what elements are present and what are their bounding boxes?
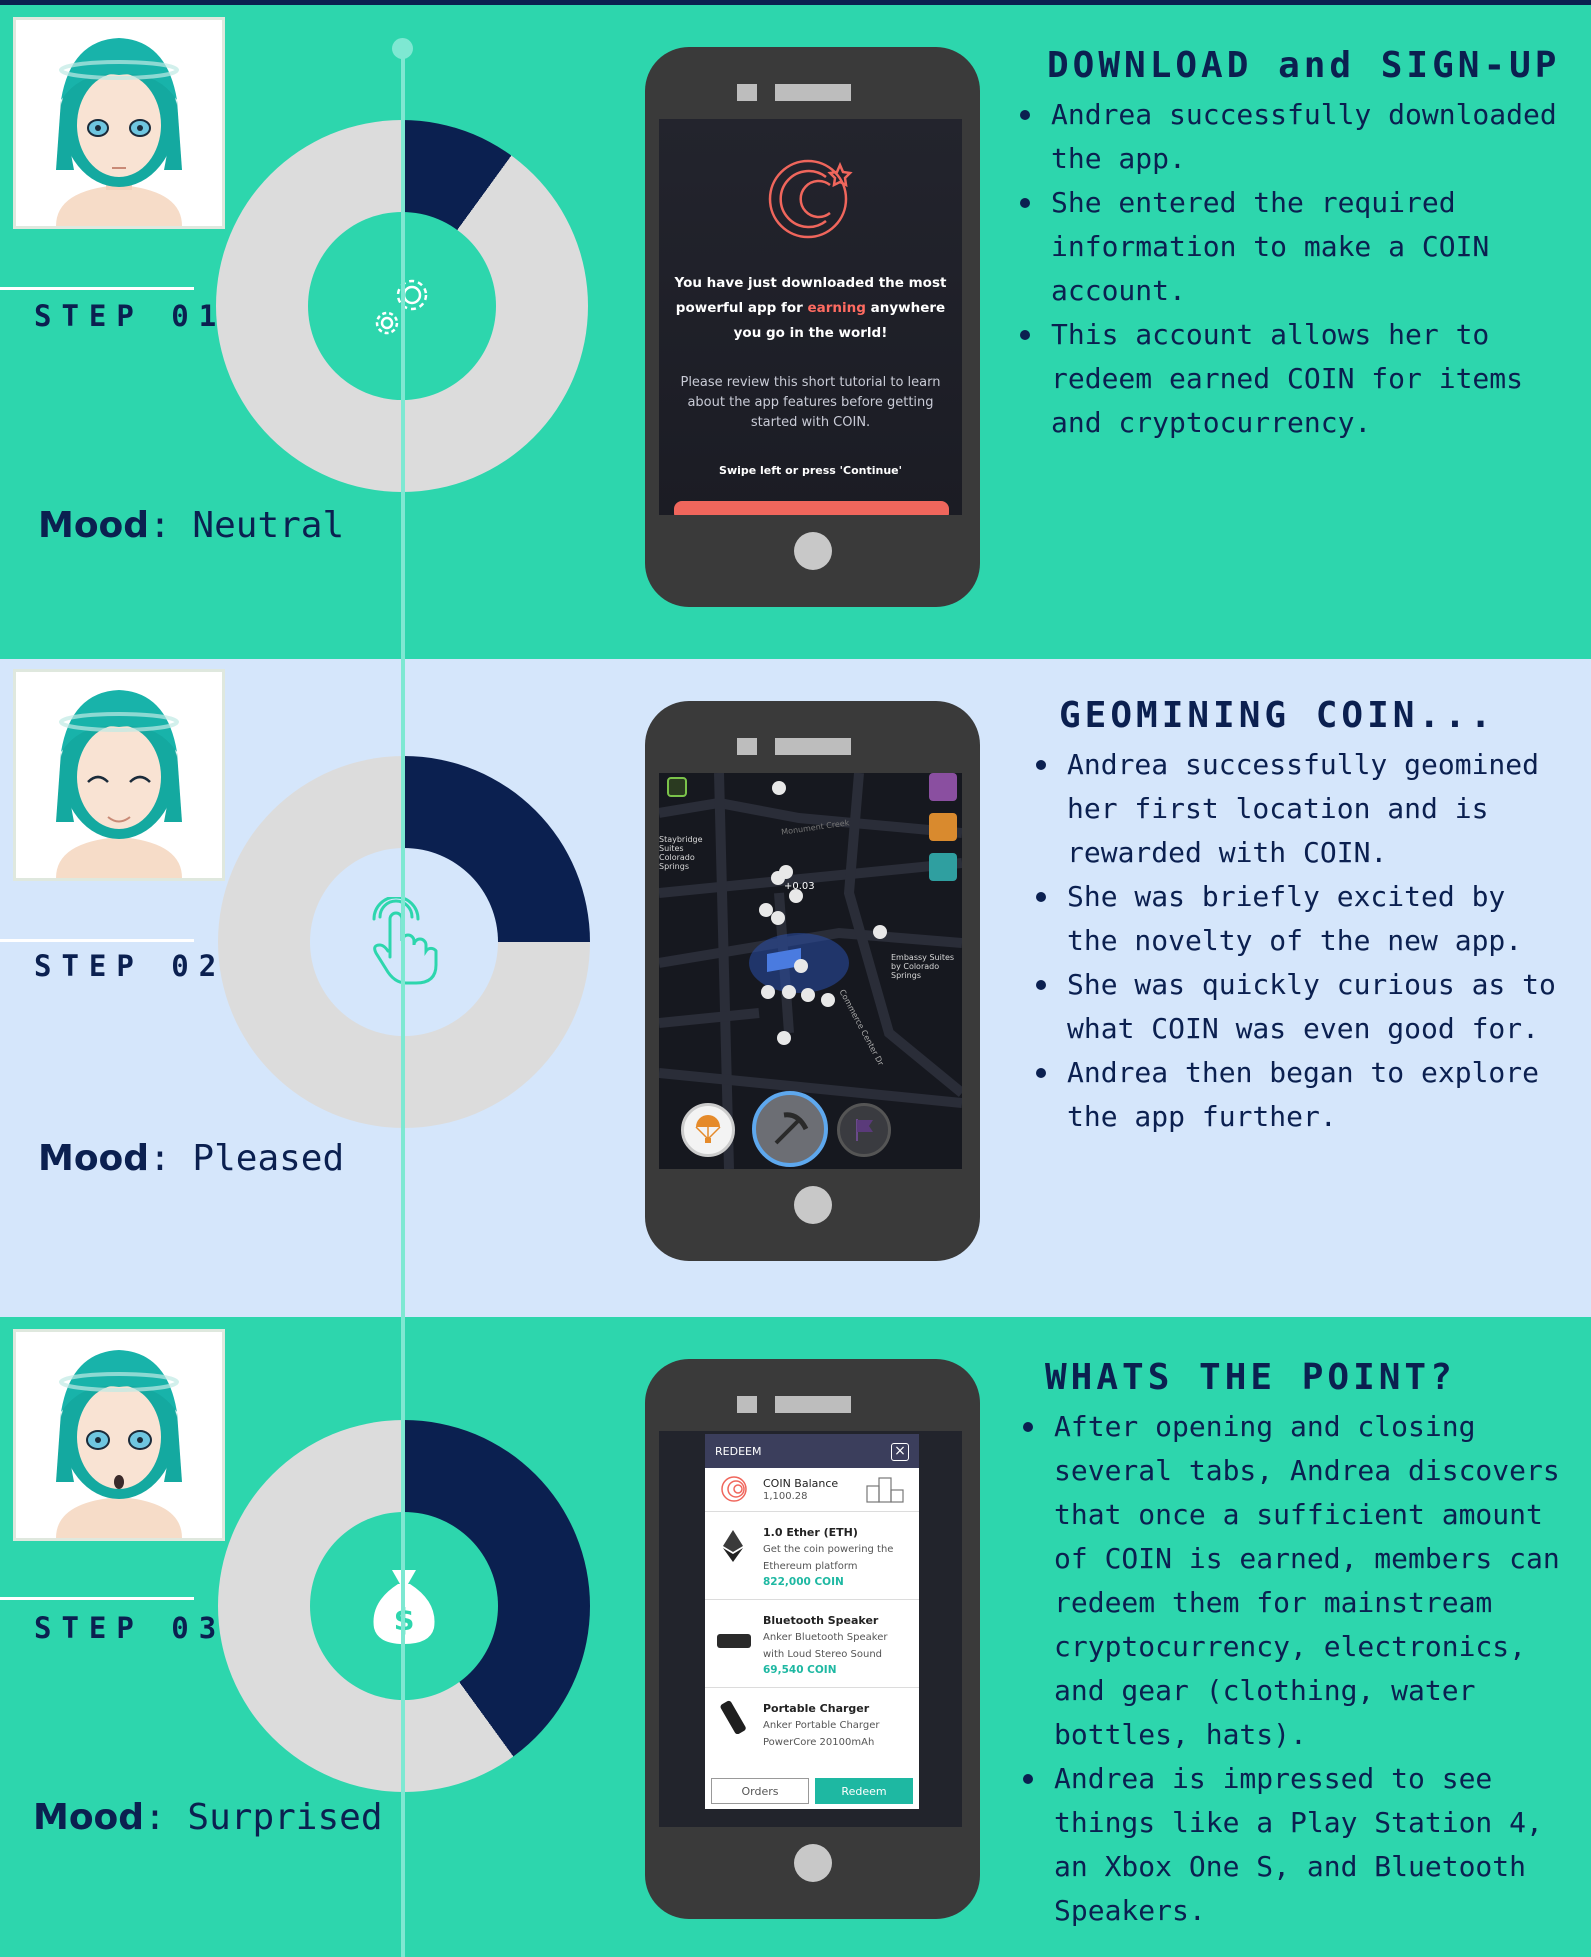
step-03-section: STEP 03 Mood: Surprised $ REDEEM × COIN …	[0, 1317, 1591, 1957]
timeline-line	[401, 48, 405, 1957]
bullet-item: Andrea then began to explore the app fur…	[1032, 1051, 1562, 1139]
dialog-title: REDEEM	[705, 1434, 919, 1468]
bullet-item: After opening and closing several tabs, …	[1019, 1405, 1579, 1757]
step-label: STEP 03	[34, 1611, 227, 1645]
orders-button[interactable]: Orders	[711, 1778, 809, 1804]
avatar-surprised	[13, 1329, 225, 1541]
bullet-item: She entered the required information to …	[1016, 181, 1576, 313]
phone-mockup: You have just downloaded the most powerf…	[645, 47, 980, 607]
reward-item[interactable]: Bluetooth Speaker Anker Bluetooth Speake…	[705, 1600, 919, 1688]
mood-line: Mood: Surprised	[33, 1797, 383, 1838]
step-label: STEP 02	[34, 949, 227, 983]
mine-button[interactable]	[752, 1091, 828, 1167]
phone-screen: You have just downloaded the most powerf…	[659, 119, 962, 515]
bullet-item: Andrea successfully geomined her first l…	[1032, 743, 1562, 875]
item-price: 69,540 COIN	[763, 1664, 837, 1676]
section-heading: DOWNLOAD and SIGN-UP	[1047, 45, 1561, 86]
continue-button[interactable]	[674, 501, 949, 515]
ethereum-icon	[723, 1530, 743, 1562]
bullet-item: Andrea is impressed to see things like a…	[1019, 1757, 1579, 1933]
bullet-item: She was briefly excited by the novelty o…	[1032, 875, 1562, 963]
step-rule	[0, 1597, 194, 1600]
avatar-pleased	[13, 669, 225, 881]
podium-icon	[866, 1477, 904, 1503]
item-price: 822,000 COIN	[763, 1576, 844, 1588]
mood-value: Surprised	[187, 1797, 383, 1838]
home-button[interactable]	[794, 1844, 832, 1882]
map-screen: +0.03 Monument Creek Staybridge Suites C…	[659, 773, 962, 1169]
parachute-icon	[695, 1115, 721, 1143]
step-rule	[0, 939, 194, 942]
item-desc: Anker Portable Charger	[763, 1720, 880, 1731]
item-title: Portable Charger	[763, 1702, 870, 1715]
flag-button[interactable]	[837, 1103, 891, 1157]
redeem-screen: REDEEM × COIN Balance 1,100.28 1.0 Ether…	[659, 1431, 962, 1827]
coin-logo-icon	[721, 1476, 747, 1502]
redeem-dialog: REDEEM × COIN Balance 1,100.28 1.0 Ether…	[705, 1434, 919, 1809]
avatar-neutral	[13, 17, 225, 229]
step-02-section: STEP 02 Mood: Pleased +0.03 Monument Cre…	[0, 659, 1591, 1317]
mood-label: Mood	[38, 505, 150, 546]
bullet-list: After opening and closing several tabs, …	[1019, 1405, 1579, 1933]
swipe-hint: Swipe left or press 'Continue'	[719, 464, 902, 477]
step-label: STEP 01	[34, 299, 227, 333]
mood-label: Mood	[38, 1138, 150, 1179]
bullet-item: This account allows her to redeem earned…	[1016, 313, 1576, 445]
mood-value: Pleased	[192, 1138, 345, 1179]
wallet-icon[interactable]	[929, 813, 957, 841]
section-heading: GEOMINING COIN...	[1059, 695, 1496, 736]
timeline-start-dot	[392, 38, 413, 59]
redeem-button[interactable]: Redeem	[815, 1778, 913, 1804]
section-heading: WHATS THE POINT?	[1045, 1357, 1456, 1398]
phone-mockup: REDEEM × COIN Balance 1,100.28 1.0 Ether…	[645, 1359, 980, 1919]
mood-line: Mood: Pleased	[38, 1138, 345, 1179]
mood-value: Neutral	[192, 505, 345, 546]
flag-icon	[856, 1119, 873, 1141]
item-desc: with Loud Stereo Sound	[763, 1649, 883, 1660]
reward-item[interactable]: Portable Charger Anker Portable Charger …	[705, 1688, 919, 1762]
coin-logo-icon	[768, 159, 853, 239]
reward-item[interactable]: 1.0 Ether (ETH) Get the coin powering th…	[705, 1512, 919, 1600]
item-desc: PowerCore 20100mAh	[763, 1737, 875, 1748]
grid-icon[interactable]	[667, 777, 687, 797]
inventory-icon[interactable]	[929, 773, 957, 801]
bullet-item: Andrea successfully downloaded the app.	[1016, 93, 1576, 181]
item-title: Bluetooth Speaker	[763, 1614, 879, 1627]
speaker-icon	[717, 1634, 751, 1648]
map-label: Embassy Suites by Colorado Springs	[891, 953, 955, 980]
item-desc: Ethereum platform	[763, 1561, 858, 1572]
bullet-list: Andrea successfully geomined her first l…	[1032, 743, 1562, 1139]
charger-icon	[720, 1700, 746, 1734]
reward-label: +0.03	[784, 881, 815, 892]
balance-value: 1,100.28	[763, 1491, 808, 1502]
map-label: Staybridge Suites Colorado Springs	[659, 835, 703, 871]
mood-label: Mood	[33, 1797, 145, 1838]
pickaxe-icon	[774, 1112, 809, 1145]
map-view: +0.03 Monument Creek Staybridge Suites C…	[659, 773, 962, 1169]
phone-mockup: +0.03 Monument Creek Staybridge Suites C…	[645, 701, 980, 1261]
item-desc: Get the coin powering the	[763, 1544, 894, 1555]
step-rule	[0, 287, 194, 290]
bullet-list: Andrea successfully downloaded the app. …	[1016, 93, 1576, 445]
tutorial-text: Please review this short tutorial to lea…	[680, 375, 941, 430]
close-icon[interactable]: ×	[891, 1443, 909, 1461]
step-01-section: STEP 01 Mood: Neutral You have just down…	[0, 5, 1591, 659]
item-title: 1.0 Ether (ETH)	[763, 1526, 858, 1539]
shop-icon[interactable]	[929, 853, 957, 881]
mood-line: Mood: Neutral	[38, 505, 345, 546]
welcome-text: You have just downloaded the most powerf…	[674, 275, 947, 341]
airdrop-button[interactable]	[681, 1103, 735, 1157]
home-button[interactable]	[794, 532, 832, 570]
item-desc: Anker Bluetooth Speaker	[763, 1632, 888, 1643]
home-button[interactable]	[794, 1186, 832, 1224]
balance-row: COIN Balance 1,100.28	[705, 1468, 919, 1512]
bullet-item: She was quickly curious as to what COIN …	[1032, 963, 1562, 1051]
